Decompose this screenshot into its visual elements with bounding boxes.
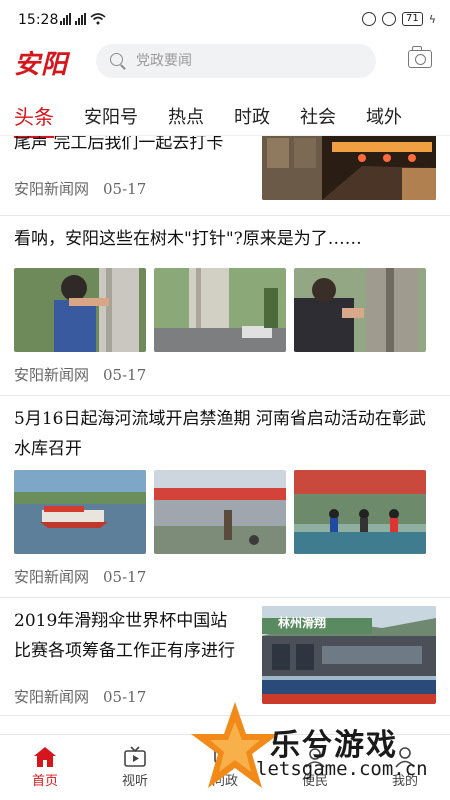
tv-icon xyxy=(124,746,146,767)
profile-icon xyxy=(395,747,415,768)
camera-icon[interactable] xyxy=(408,46,432,68)
search-input[interactable] xyxy=(136,53,336,69)
status-right-icons: 71 ϟ xyxy=(362,12,436,26)
news-image-caption: 林州滑翔 xyxy=(278,616,327,630)
nav-service[interactable]: 便民 xyxy=(270,735,360,800)
nav-ask[interactable]: 问政 xyxy=(180,735,270,800)
news-thumbnail xyxy=(262,136,436,200)
tab-hot[interactable]: 热点 xyxy=(168,103,204,129)
signal-icon xyxy=(60,13,71,25)
charging-icon: ϟ xyxy=(428,12,436,26)
ask-icon xyxy=(214,747,236,768)
bottom-nav: 首页 视听 问政 便民 我的 xyxy=(0,734,450,800)
news-image-row xyxy=(14,268,426,352)
news-title: 2019年滑翔伞世界杯中国站比赛各项筹备工作正有序进行 xyxy=(14,611,235,661)
nav-profile-label: 我的 xyxy=(391,774,418,789)
news-meta: 安阳新闻网 05-17 xyxy=(0,178,146,199)
wifi-icon xyxy=(90,13,106,25)
news-source: 安阳新闻网 xyxy=(14,568,90,586)
news-source: 安阳新闻网 xyxy=(14,366,90,384)
news-date: 05-17 xyxy=(103,180,147,198)
news-item[interactable] xyxy=(0,716,450,734)
news-date: 05-17 xyxy=(103,568,147,586)
news-meta: 安阳新闻网 05-17 xyxy=(0,686,146,707)
nav-media[interactable]: 视听 xyxy=(90,735,180,800)
tab-society[interactable]: 社会 xyxy=(300,103,336,129)
news-item[interactable]: 看呐，安阳这些在树木"打针"?原来是为了…… 安阳新闻网 05-17 xyxy=(0,216,450,396)
news-title: 看呐，安阳这些在树木"打针"?原来是为了…… xyxy=(14,229,362,249)
news-item[interactable]: 5月16日起海河流域开启禁渔期 河南省启动活动在彰武水库召开 安阳新闻网 05-… xyxy=(0,396,450,598)
news-title: 尾声 完工后我们一起去打卡 xyxy=(14,136,224,153)
tab-abroad[interactable]: 域外 xyxy=(366,103,402,129)
home-icon xyxy=(34,747,56,767)
news-feed[interactable]: 尾声 完工后我们一起去打卡 安阳新闻网 05-17 看呐，安阳这些在树木"打针"?… xyxy=(0,136,450,734)
news-meta: 安阳新闻网 05-17 xyxy=(0,566,146,587)
news-item[interactable]: 2019年滑翔伞世界杯中国站比赛各项筹备工作正有序进行 安阳新闻网 05-17 林… xyxy=(0,598,450,716)
news-title: 5月16日起海河流域开启禁渔期 河南省启动活动在彰武水库召开 xyxy=(14,409,426,459)
app-logo: 安阳 xyxy=(14,50,69,80)
nav-profile[interactable]: 我的 xyxy=(360,735,450,800)
news-thumbnail: 林州滑翔 xyxy=(262,606,436,704)
tab-anyang-hao[interactable]: 安阳号 xyxy=(84,103,138,129)
news-image xyxy=(14,268,146,352)
lock-rotation-icon xyxy=(362,12,376,26)
service-icon xyxy=(305,748,325,768)
news-source: 安阳新闻网 xyxy=(14,180,90,198)
news-image xyxy=(154,470,286,554)
nav-ask-label: 问政 xyxy=(211,774,238,789)
status-left-icons xyxy=(60,13,106,25)
nav-media-label: 视听 xyxy=(121,774,148,789)
news-source: 安阳新闻网 xyxy=(14,688,90,706)
news-image xyxy=(294,268,426,352)
tab-politics[interactable]: 时政 xyxy=(234,103,270,129)
status-bar: 15:28 71 ϟ xyxy=(0,0,450,44)
alarm-icon xyxy=(382,12,396,26)
news-image xyxy=(294,470,426,554)
battery-icon: 71 xyxy=(402,12,423,26)
search-bar[interactable] xyxy=(96,44,376,78)
status-time: 15:28 xyxy=(18,12,59,28)
category-tabs: 头条 安阳号 热点 时政 社会 域外 xyxy=(0,96,450,138)
tab-headline[interactable]: 头条 xyxy=(14,101,54,138)
news-date: 05-17 xyxy=(103,366,147,384)
nav-home[interactable]: 首页 xyxy=(0,735,90,800)
news-image-row xyxy=(14,470,426,554)
news-date: 05-17 xyxy=(103,688,147,706)
app-header: 安阳 xyxy=(0,44,450,90)
news-image xyxy=(154,268,286,352)
nav-home-label: 首页 xyxy=(31,774,58,789)
nav-service-label: 便民 xyxy=(301,774,328,789)
news-item[interactable]: 尾声 完工后我们一起去打卡 安阳新闻网 05-17 xyxy=(0,136,450,216)
signal-icon xyxy=(75,13,86,25)
news-meta: 安阳新闻网 05-17 xyxy=(0,364,146,385)
battery-level: 71 xyxy=(406,13,419,24)
search-icon xyxy=(110,53,126,69)
news-image xyxy=(14,470,146,554)
